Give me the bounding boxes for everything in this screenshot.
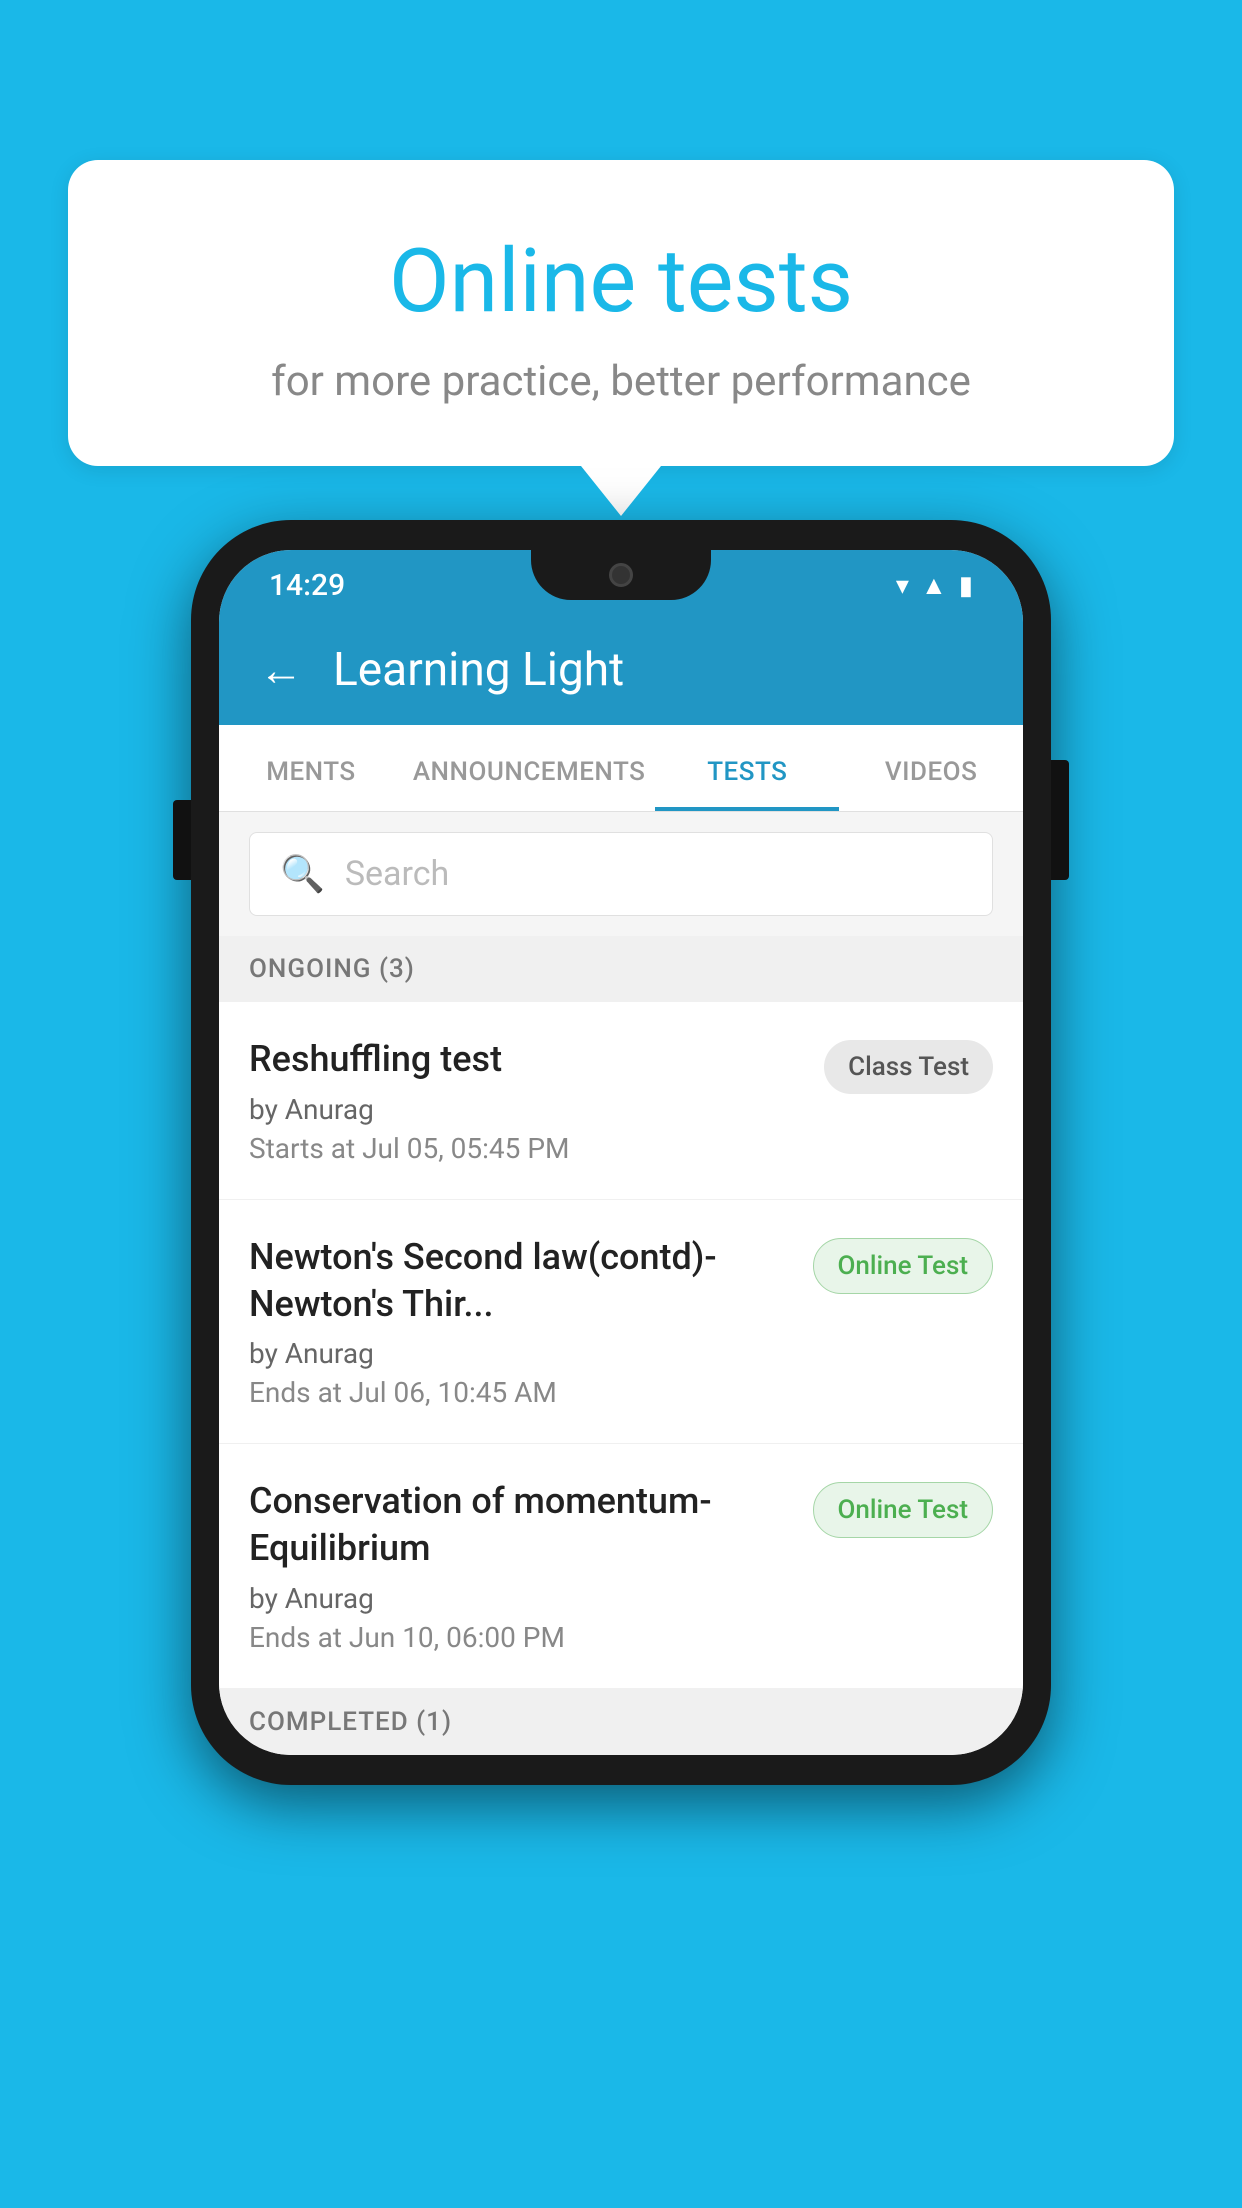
status-icons: ▾ ▲ ▮ (896, 570, 973, 601)
battery-icon: ▮ (959, 571, 973, 601)
tabs-container: MENTS ANNOUNCEMENTS TESTS VIDEOS (219, 725, 1023, 812)
signal-icon: ▲ (921, 570, 947, 601)
tab-ments[interactable]: MENTS (219, 725, 403, 811)
search-icon: 🔍 (280, 853, 325, 895)
test-date-2: Ends at Jul 06, 10:45 AM (249, 1376, 793, 1409)
tab-tests[interactable]: TESTS (655, 725, 839, 811)
search-placeholder: Search (345, 854, 449, 894)
test-item-2[interactable]: Newton's Second law(contd)-Newton's Thir… (219, 1200, 1023, 1445)
speech-bubble-title: Online tests (128, 230, 1114, 333)
test-date-3: Ends at Jun 10, 06:00 PM (249, 1621, 793, 1654)
test-item-3[interactable]: Conservation of momentum-Equilibrium by … (219, 1444, 1023, 1689)
test-info-2: Newton's Second law(contd)-Newton's Thir… (249, 1234, 813, 1410)
notch (531, 550, 711, 600)
speech-bubble: Online tests for more practice, better p… (68, 160, 1174, 466)
back-button[interactable]: ← (259, 644, 303, 696)
test-author-3: by Anurag (249, 1582, 793, 1615)
test-title-1: Reshuffling test (249, 1036, 804, 1083)
status-time: 14:29 (269, 568, 345, 603)
phone-wrapper: 14:29 ▾ ▲ ▮ ← Learning Light MENTS ANNOU… (191, 520, 1051, 1785)
wifi-icon: ▾ (896, 571, 909, 601)
completed-section: COMPLETED (1) (219, 1689, 1023, 1755)
completed-label: COMPLETED (1) (249, 1707, 452, 1737)
speech-bubble-arrow (581, 466, 661, 516)
app-title: Learning Light (333, 643, 624, 697)
speech-bubble-subtitle: for more practice, better performance (128, 357, 1114, 406)
tab-announcements[interactable]: ANNOUNCEMENTS (403, 725, 656, 811)
test-info-1: Reshuffling test by Anurag Starts at Jul… (249, 1036, 824, 1165)
search-container: 🔍 Search (219, 812, 1023, 936)
search-box[interactable]: 🔍 Search (249, 832, 993, 916)
test-item-1[interactable]: Reshuffling test by Anurag Starts at Jul… (219, 1002, 1023, 1200)
phone-outer: 14:29 ▾ ▲ ▮ ← Learning Light MENTS ANNOU… (191, 520, 1051, 1785)
test-author-2: by Anurag (249, 1337, 793, 1370)
test-title-2: Newton's Second law(contd)-Newton's Thir… (249, 1234, 793, 1328)
test-author-1: by Anurag (249, 1093, 804, 1126)
test-title-3: Conservation of momentum-Equilibrium (249, 1478, 793, 1572)
test-badge-1: Class Test (824, 1040, 993, 1094)
ongoing-label: ONGOING (3) (249, 954, 415, 984)
test-info-3: Conservation of momentum-Equilibrium by … (249, 1478, 813, 1654)
tab-videos[interactable]: VIDEOS (839, 725, 1023, 811)
status-bar: 14:29 ▾ ▲ ▮ (219, 550, 1023, 615)
test-date-1: Starts at Jul 05, 05:45 PM (249, 1132, 804, 1165)
app-header: ← Learning Light (219, 615, 1023, 725)
phone-screen: 14:29 ▾ ▲ ▮ ← Learning Light MENTS ANNOU… (219, 550, 1023, 1755)
ongoing-section-header: ONGOING (3) (219, 936, 1023, 1002)
test-badge-2: Online Test (813, 1238, 994, 1294)
test-badge-3: Online Test (813, 1482, 994, 1538)
speech-bubble-container: Online tests for more practice, better p… (68, 160, 1174, 516)
notch-camera (609, 563, 633, 587)
